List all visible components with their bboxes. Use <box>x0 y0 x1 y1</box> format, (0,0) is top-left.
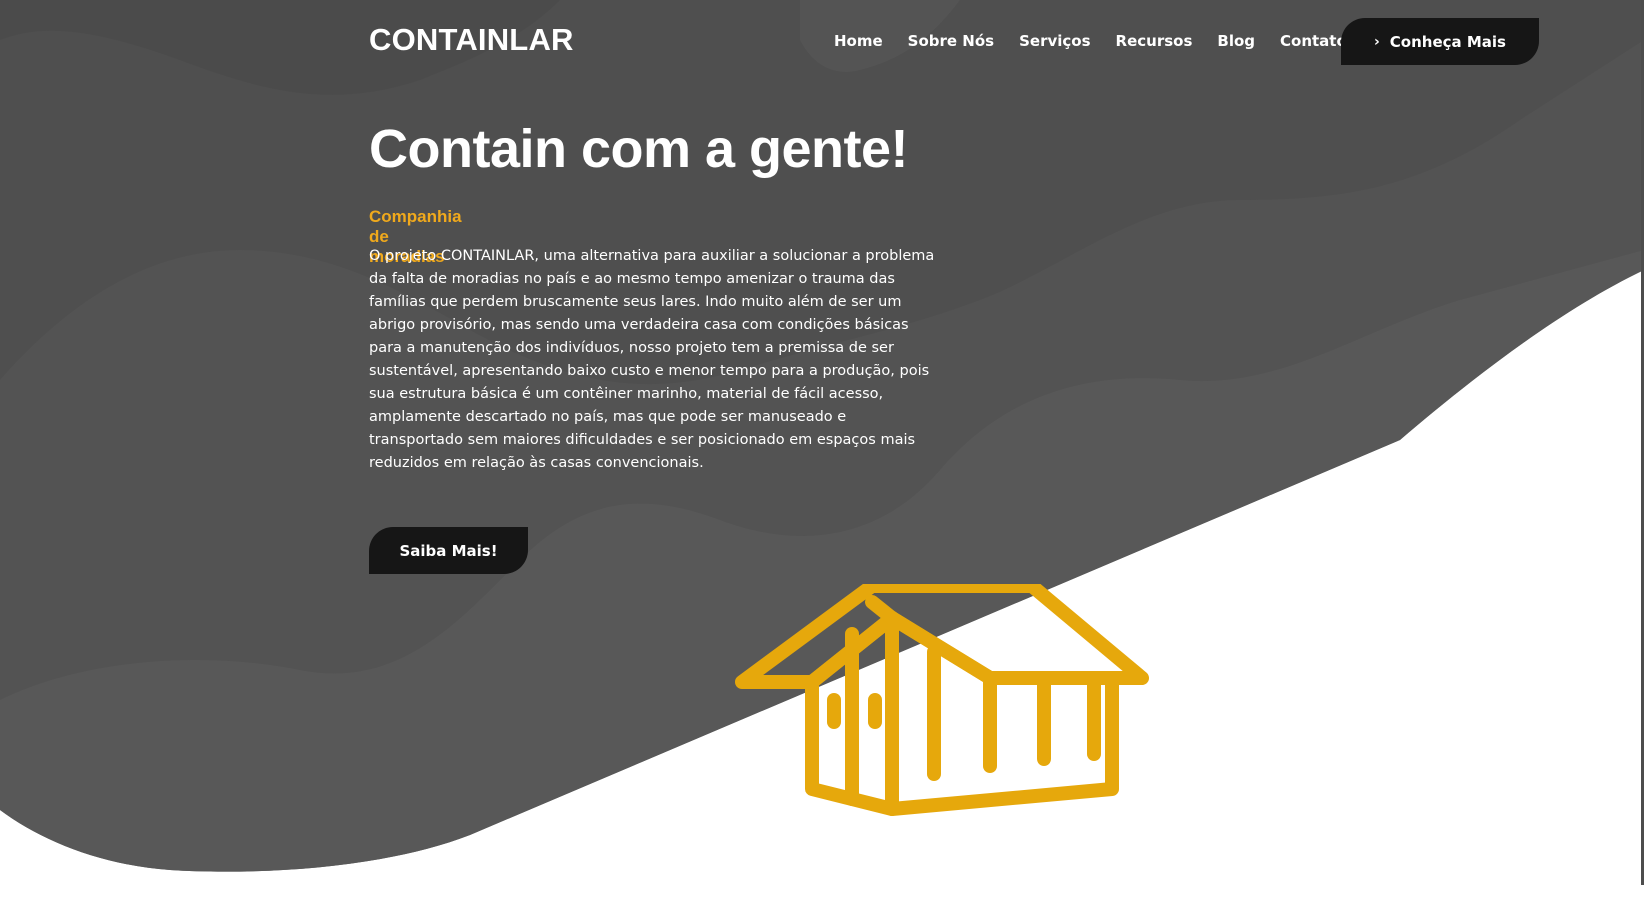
chevron-right-icon: › <box>1374 33 1380 50</box>
hero-title: Contain com a gente! <box>369 119 909 179</box>
main-nav: Home Sobre Nós Serviços Recursos Blog Co… <box>834 32 1372 50</box>
hero-description: O projeto CONTAINLAR, uma alternativa pa… <box>369 248 935 471</box>
conheca-mais-button[interactable]: › Conheça Mais <box>1341 18 1539 65</box>
nav-recursos[interactable]: Recursos <box>1116 32 1193 50</box>
conheca-mais-label: Conheça Mais <box>1389 32 1506 51</box>
nav-blog[interactable]: Blog <box>1217 32 1255 50</box>
nav-sobre-nos[interactable]: Sobre Nós <box>908 32 994 50</box>
container-house-icon <box>735 584 1149 816</box>
nav-servicos[interactable]: Serviços <box>1019 32 1090 50</box>
nav-contato[interactable]: Contato <box>1280 32 1347 50</box>
nav-home[interactable]: Home <box>834 32 883 50</box>
site-logo[interactable]: CONTAINLAR <box>369 22 574 58</box>
saiba-mais-button[interactable]: Saiba Mais! <box>369 527 528 574</box>
site-header: CONTAINLAR Home Sobre Nós Serviços Recur… <box>0 0 1644 86</box>
